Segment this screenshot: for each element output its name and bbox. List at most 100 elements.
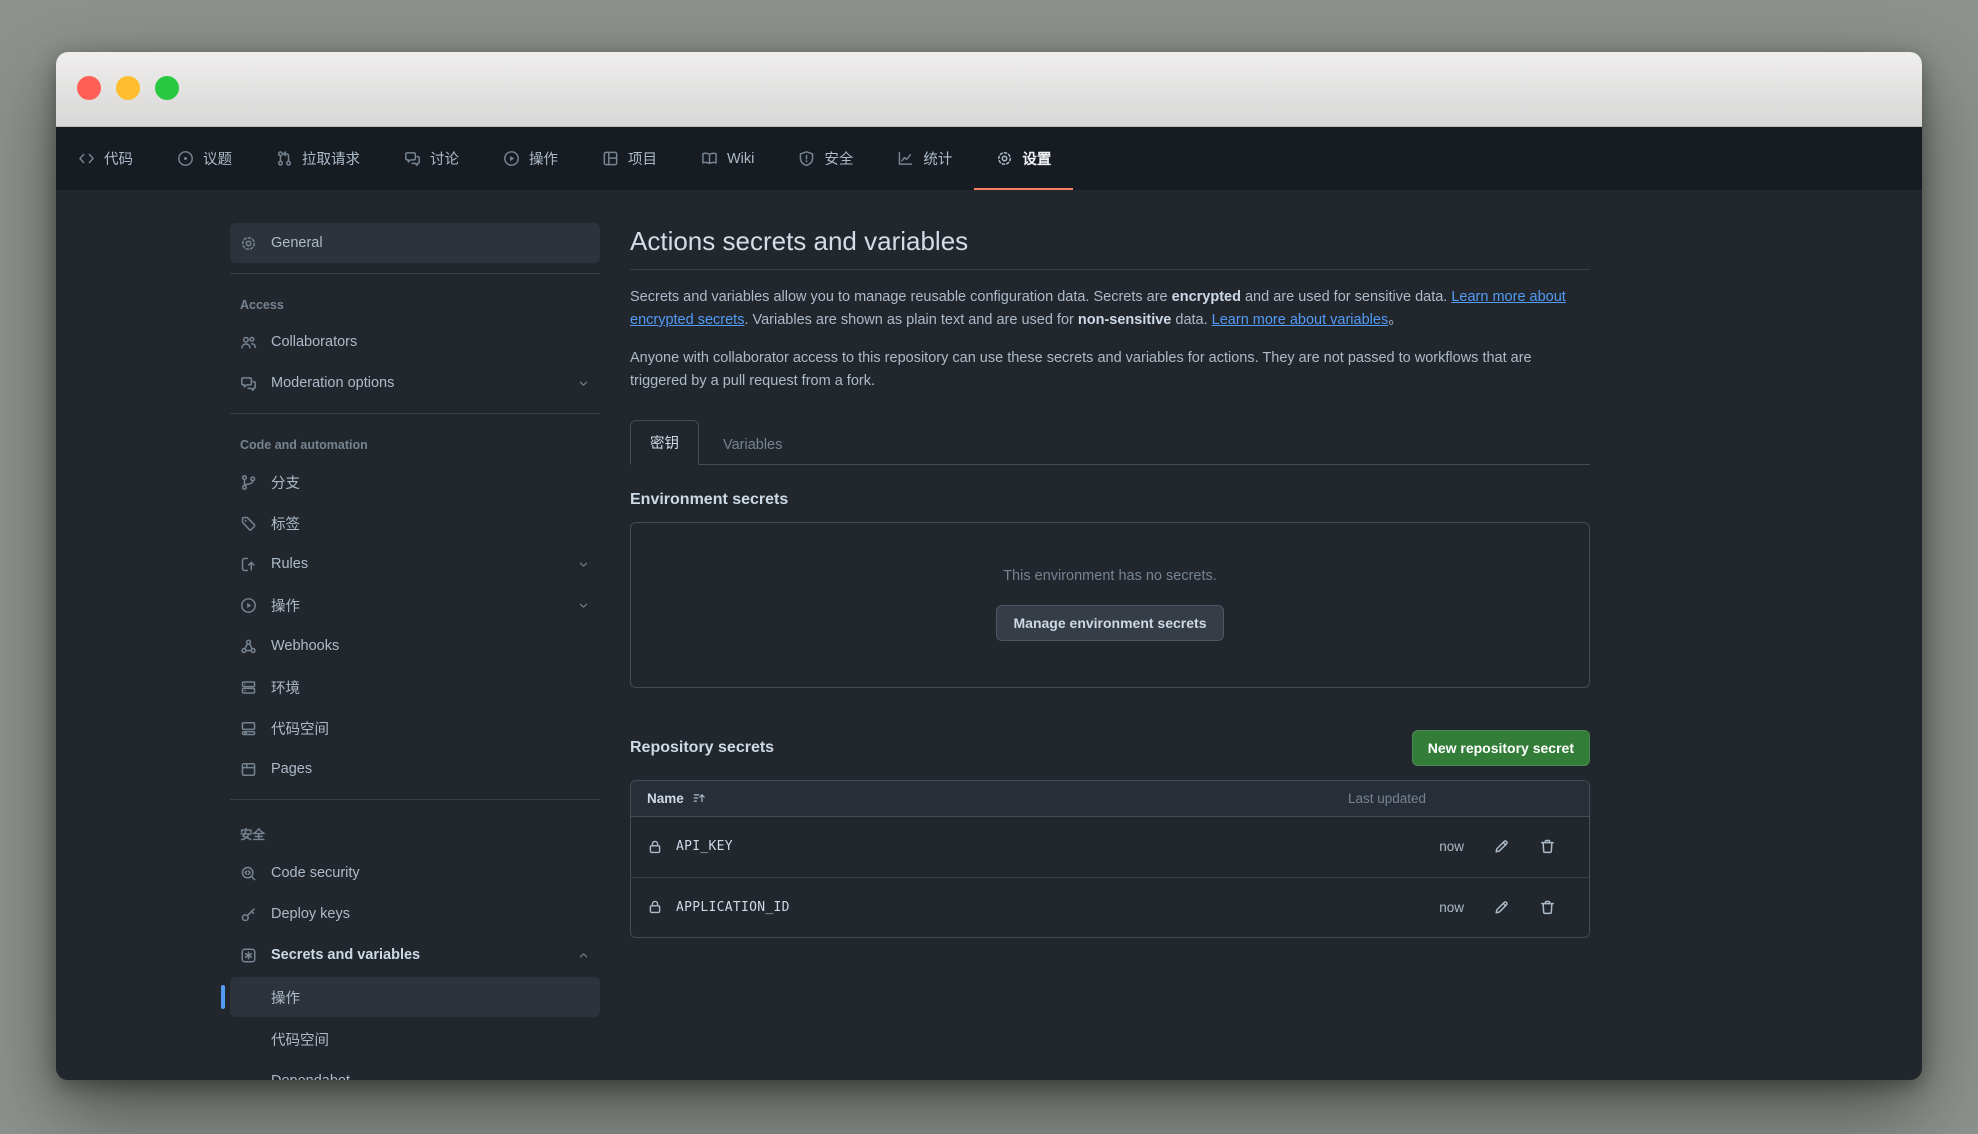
sidebar-item-actions[interactable]: 操作	[230, 585, 600, 625]
sidebar-item-moderation-options[interactable]: Moderation options	[230, 363, 600, 403]
tab-label: 统计	[923, 148, 952, 169]
sidebar-item-label: Secrets and variables	[271, 947, 420, 963]
book-icon	[701, 150, 718, 167]
table-row: API_KEY now	[631, 817, 1589, 877]
sidebar-item-secrets-and-variables[interactable]: Secrets and variables	[230, 935, 600, 975]
discussions-icon	[404, 150, 421, 167]
link-variables[interactable]: Learn more about variables	[1212, 312, 1389, 328]
secret-updated: now	[1439, 900, 1464, 915]
zoom-window-button[interactable]	[155, 76, 179, 100]
sidebar-item-label: 代码空间	[271, 718, 329, 739]
tab-settings[interactable]: 设置	[974, 127, 1073, 190]
intro-paragraph: Secrets and variables allow you to manag…	[630, 286, 1590, 332]
tab-pull-requests[interactable]: 拉取请求	[254, 127, 382, 190]
sidebar-item-rules[interactable]: Rules	[230, 544, 600, 584]
browser-icon	[240, 761, 257, 778]
tab-label: 议题	[203, 148, 232, 169]
lock-icon	[647, 899, 663, 915]
minimize-window-button[interactable]	[116, 76, 140, 100]
sidebar-item-tags[interactable]: 标签	[230, 503, 600, 543]
tab-discussions[interactable]: 讨论	[382, 127, 481, 190]
sidebar-item-label: General	[271, 235, 323, 251]
sidebar-item-label: Deploy keys	[271, 906, 350, 922]
play-icon	[240, 597, 257, 614]
tab-security[interactable]: 安全	[776, 127, 875, 190]
tab-wiki[interactable]: Wiki	[679, 127, 776, 190]
traffic-lights	[77, 76, 179, 100]
tab-label: 安全	[824, 148, 853, 169]
sidebar-subitem-dependabot-secrets[interactable]: Dependabot	[230, 1061, 600, 1080]
repository-secrets-header-row: Repository secrets New repository secret	[630, 730, 1590, 766]
tab-variables[interactable]: Variables	[699, 426, 806, 464]
tab-label: Wiki	[727, 151, 754, 167]
pencil-icon	[1493, 838, 1510, 855]
tab-secrets[interactable]: 密钥	[630, 420, 699, 465]
key-icon	[240, 906, 257, 923]
new-repository-secret-button[interactable]: New repository secret	[1412, 730, 1590, 766]
chevron-up-icon	[577, 949, 590, 962]
tab-label: 代码	[104, 148, 133, 169]
sidebar-item-webhooks[interactable]: Webhooks	[230, 626, 600, 666]
server-icon	[240, 679, 257, 696]
trash-icon	[1539, 838, 1556, 855]
sidebar-item-label: Moderation options	[271, 375, 394, 391]
intro-text: . Variables are shown as plain text and …	[744, 312, 1077, 328]
sidebar-item-code-security[interactable]: Code security	[230, 853, 600, 893]
delete-secret-button[interactable]	[1539, 838, 1556, 855]
close-window-button[interactable]	[77, 76, 101, 100]
tab-projects[interactable]: 项目	[580, 127, 679, 190]
people-icon	[240, 334, 257, 351]
delete-secret-button[interactable]	[1539, 899, 1556, 916]
sidebar-item-label: Webhooks	[271, 638, 339, 654]
sidebar-subitem-actions-secrets[interactable]: 操作	[230, 977, 600, 1017]
sidebar-section-code-automation: Code and automation	[230, 424, 600, 461]
webhook-icon	[240, 638, 257, 655]
intro-bold-non-sensitive: non-sensitive	[1078, 312, 1171, 328]
sidebar-item-general[interactable]: General	[230, 223, 600, 263]
sidebar-subitem-label: 代码空间	[271, 1029, 329, 1050]
sidebar-item-deploy-keys[interactable]: Deploy keys	[230, 894, 600, 934]
sidebar-item-environments[interactable]: 环境	[230, 667, 600, 707]
environment-secrets-heading: Environment secrets	[630, 491, 1590, 509]
sidebar-item-pages[interactable]: Pages	[230, 749, 600, 789]
tab-insights[interactable]: 统计	[875, 127, 974, 190]
last-updated-column-header: Last updated	[1348, 791, 1426, 806]
sidebar-item-label: 操作	[271, 595, 300, 616]
tab-actions[interactable]: 操作	[481, 127, 580, 190]
titlebar	[56, 52, 1922, 127]
tab-label: 操作	[529, 148, 558, 169]
sidebar-item-collaborators[interactable]: Collaborators	[230, 322, 600, 362]
manage-environment-secrets-button[interactable]: Manage environment secrets	[996, 605, 1225, 641]
edit-secret-button[interactable]	[1493, 838, 1510, 855]
tab-issues[interactable]: 议题	[155, 127, 254, 190]
asterisk-box-icon	[240, 947, 257, 964]
name-column-header[interactable]: Name	[647, 791, 684, 806]
sidebar-item-label: 标签	[271, 513, 300, 534]
actions-icon	[503, 150, 520, 167]
intro-text: Secrets and variables allow you to manag…	[630, 289, 1172, 305]
rules-icon	[240, 556, 257, 573]
sidebar-item-label: 分支	[271, 472, 300, 493]
sidebar-divider	[230, 413, 600, 414]
projects-icon	[602, 150, 619, 167]
sidebar-subitem-codespaces-secrets[interactable]: 代码空间	[230, 1019, 600, 1059]
sidebar-item-branches[interactable]: 分支	[230, 462, 600, 502]
sort-ascending-icon[interactable]	[692, 791, 706, 805]
gear-icon	[996, 150, 1013, 167]
trash-icon	[1539, 899, 1556, 916]
git-branch-icon	[240, 474, 257, 491]
tab-code[interactable]: 代码	[56, 127, 155, 190]
sidebar-item-label: Rules	[271, 556, 308, 572]
intro-text: data.	[1171, 312, 1211, 328]
repository-secrets-table: Name Last updated API_KEY now	[630, 780, 1590, 938]
sidebar-subitem-label: Dependabot	[271, 1073, 350, 1080]
repository-secrets-heading: Repository secrets	[630, 739, 774, 757]
edit-secret-button[interactable]	[1493, 899, 1510, 916]
secret-updated: now	[1439, 839, 1464, 854]
sidebar-divider	[230, 273, 600, 274]
secret-name: API_KEY	[676, 839, 733, 854]
tab-label: 拉取请求	[302, 148, 360, 169]
table-header-row: Name Last updated	[631, 781, 1589, 817]
sidebar-item-codespaces[interactable]: 代码空间	[230, 708, 600, 748]
insights-icon	[897, 150, 914, 167]
